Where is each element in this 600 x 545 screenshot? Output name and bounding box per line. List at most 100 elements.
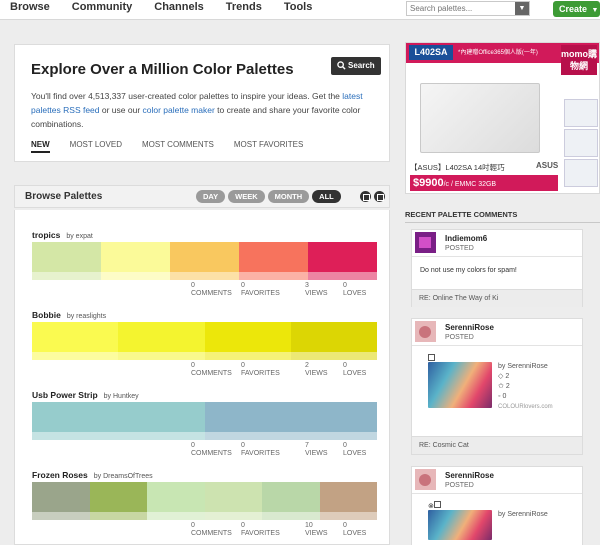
stat-favorites-count: 0 xyxy=(241,442,245,449)
comment-card: Indiemom6 POSTED Do not use my colors fo… xyxy=(411,229,583,307)
list-view-icon[interactable] xyxy=(374,191,385,202)
palette-swatch[interactable] xyxy=(262,482,320,512)
palette-swatch[interactable] xyxy=(101,242,170,272)
palette-name[interactable]: Frozen Roses xyxy=(32,470,88,480)
comment-reference[interactable]: RE: Online The Way of Ki xyxy=(412,289,582,307)
comment-username[interactable]: SerenniRose xyxy=(445,323,494,332)
avatar[interactable] xyxy=(415,469,436,490)
palette-header: Usb Power Strip by Huntkey xyxy=(32,390,377,400)
site-credit: COLOURlovers.com xyxy=(498,404,553,410)
create-button[interactable]: Create ▼ xyxy=(553,1,600,17)
palette-header: Bobbie by reaslights xyxy=(32,310,377,320)
comment-username[interactable]: SerenniRose xyxy=(445,471,494,480)
palette-swatch-base xyxy=(32,512,377,520)
nav-channels[interactable]: Channels xyxy=(154,1,204,13)
stat-favorites: 0 FAVORITES xyxy=(241,282,280,298)
hero-search-button[interactable]: Search xyxy=(331,57,381,75)
time-filters: DAY WEEK MONTH ALL xyxy=(196,190,344,203)
stat-comments-count: 0 xyxy=(191,522,195,529)
palette-swatch[interactable] xyxy=(239,242,308,272)
palette-swatch[interactable] xyxy=(32,482,90,512)
stat-favorites-label: FAVORITES xyxy=(241,290,280,297)
nav-browse[interactable]: Browse xyxy=(10,1,50,13)
nav-trends[interactable]: Trends xyxy=(226,1,262,13)
palette-swatch[interactable] xyxy=(204,322,291,352)
search-dropdown-chevron-icon[interactable]: ▼ xyxy=(515,2,529,15)
palette-swatch-shade xyxy=(32,272,101,280)
hero-search-label: Search xyxy=(348,61,375,70)
palette-swatch-shade xyxy=(204,432,377,440)
palette-maker-link[interactable]: color palette maker xyxy=(143,105,215,115)
stat-loves-count: 0 xyxy=(343,442,347,449)
palette-swatch[interactable] xyxy=(204,402,377,432)
palette-swatch[interactable] xyxy=(319,482,377,512)
palette-swatch[interactable] xyxy=(290,322,377,352)
site-search-input[interactable] xyxy=(407,2,515,15)
comment-username[interactable]: Indiemom6 xyxy=(445,234,487,243)
stat-views-count: 2 xyxy=(305,362,309,369)
palette-swatch-strip[interactable] xyxy=(32,482,377,512)
attachment-author[interactable]: by SerenniRose xyxy=(498,510,548,520)
stat-favorites: 0 FAVORITES xyxy=(241,522,280,538)
browse-title: Browse Palettes xyxy=(25,191,103,202)
palette-name[interactable]: tropics xyxy=(32,230,60,240)
palette-thumbnail[interactable] xyxy=(428,362,492,408)
tab-most-loved[interactable]: MOST LOVED xyxy=(70,140,122,153)
views-icon: ◇ xyxy=(498,373,504,380)
grid-view-icon[interactable] xyxy=(360,191,371,202)
palette-author[interactable]: by DreamsOfTrees xyxy=(94,473,153,480)
palette-swatch-shade xyxy=(204,352,291,360)
palette-author[interactable]: by Huntkey xyxy=(104,393,139,400)
palette-author[interactable]: by expat xyxy=(66,233,92,240)
palette-swatch-base xyxy=(32,432,377,440)
palette-name[interactable]: Bobbie xyxy=(32,310,61,320)
filter-all[interactable]: ALL xyxy=(312,190,341,203)
stat-views-count: 7 xyxy=(305,442,309,449)
stat-views-label: VIEWS xyxy=(305,450,328,457)
comment-reference[interactable]: RE: Cosmic Cat xyxy=(412,436,582,454)
filter-week[interactable]: WEEK xyxy=(228,190,265,203)
palette-swatch-base xyxy=(32,272,377,280)
palette-swatch[interactable] xyxy=(89,482,147,512)
palette-thumbnail[interactable] xyxy=(428,510,492,540)
nav-tools[interactable]: Tools xyxy=(284,1,313,13)
page-title: Explore Over a Million Color Palettes xyxy=(31,61,294,78)
palette-swatch[interactable] xyxy=(147,482,205,512)
attachment-author[interactable]: by SerenniRose xyxy=(498,362,553,372)
stat-loves-label: LOVES xyxy=(343,370,367,377)
palette-swatch[interactable] xyxy=(170,242,239,272)
palette-swatch[interactable] xyxy=(32,402,205,432)
palette-swatch[interactable] xyxy=(204,482,262,512)
tab-most-comments[interactable]: MOST COMMENTS xyxy=(142,140,214,153)
views-count: 2 xyxy=(505,373,510,380)
stat-views-count: 3 xyxy=(305,282,309,289)
nav-community[interactable]: Community xyxy=(72,1,133,13)
palette-row[interactable]: tropics by expat 0 COMMENTS 0 FAVORITES 3 VIEWS… xyxy=(32,230,377,300)
palette-swatch[interactable] xyxy=(32,242,101,272)
palette-swatch-strip[interactable] xyxy=(32,242,377,272)
palette-name[interactable]: Usb Power Strip xyxy=(32,390,98,400)
palette-row[interactable]: Frozen Roses by DreamsOfTrees 0 COMMENTS 0 FA… xyxy=(32,470,377,540)
stat-comments-label: COMMENTS xyxy=(191,530,232,537)
avatar[interactable] xyxy=(415,321,436,342)
palette-author[interactable]: by reaslights xyxy=(67,313,106,320)
filter-month[interactable]: MONTH xyxy=(267,190,310,203)
palette-row[interactable]: Usb Power Strip by Huntkey 0 COMMENTS 0 FAVOR… xyxy=(32,390,377,460)
palette-row[interactable]: Bobbie by reaslights 0 COMMENTS 0 FAVORITES 2 V… xyxy=(32,310,377,380)
ad-price: $9900 xyxy=(413,177,444,189)
stat-loves: 0 LOVES xyxy=(343,282,366,298)
filter-day[interactable]: DAY xyxy=(196,190,226,203)
palette-swatch[interactable] xyxy=(308,242,377,272)
advertisement[interactable]: L402SA *內建贈Office365個人版(一年) momo購物網 【ASU… xyxy=(405,42,600,194)
tab-new[interactable]: NEW xyxy=(31,140,50,153)
palette-swatch[interactable] xyxy=(118,322,205,352)
palette-swatch[interactable] xyxy=(32,322,119,352)
palette-swatch-base xyxy=(32,352,377,360)
ad-model-label: L402SA xyxy=(409,45,453,60)
palette-swatch-strip[interactable] xyxy=(32,402,377,432)
sort-tabs: NEW MOST LOVED MOST COMMENTS MOST FAVORI… xyxy=(31,140,323,153)
palette-swatch-shade xyxy=(239,272,308,280)
palette-swatch-strip[interactable] xyxy=(32,322,377,352)
tab-most-favorites[interactable]: MOST FAVORITES xyxy=(234,140,304,153)
avatar[interactable] xyxy=(415,232,436,253)
